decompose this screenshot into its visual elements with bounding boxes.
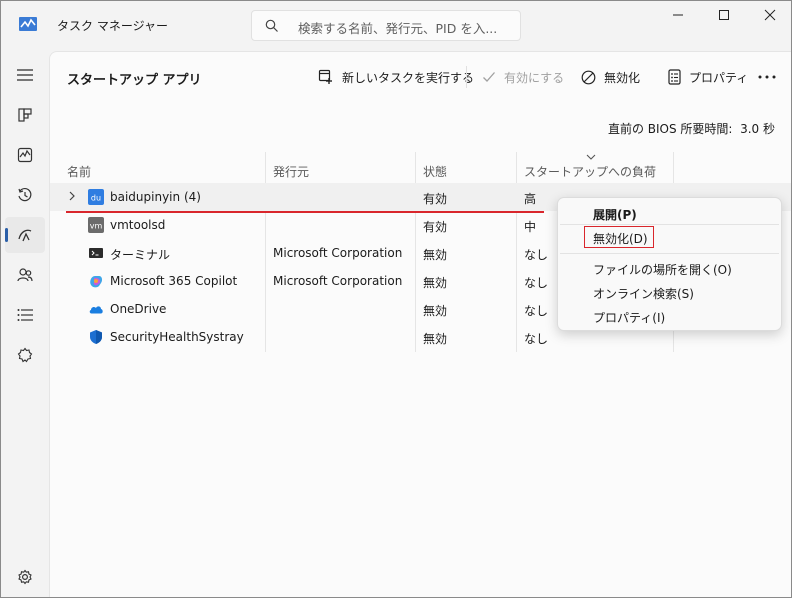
task-manager-app-icon: [19, 17, 37, 31]
sort-chevron-down-icon: [586, 154, 596, 160]
copilot-icon: [90, 276, 103, 288]
enable-label: 有効にする: [504, 70, 565, 85]
close-icon: [764, 9, 776, 21]
context-menu: 展開(P) 無効化(D) ファイルの場所を開く(O) オンライン検索(S) プロ…: [557, 197, 782, 331]
row-impact: 中: [524, 220, 537, 234]
row-name: SecurityHealthSystray: [110, 330, 244, 344]
row-status: 有効: [423, 192, 448, 206]
nav-processes[interactable]: [5, 97, 45, 133]
row-impact: なし: [524, 332, 549, 346]
row-publisher: Microsoft Corporation: [273, 274, 403, 288]
menu-divider: [560, 224, 779, 225]
cloud-icon: [89, 306, 103, 314]
close-button[interactable]: [747, 1, 791, 29]
startup-icon: [18, 229, 32, 242]
search-box[interactable]: 検索する名前、発行元、PID を入...: [251, 10, 521, 41]
row-status: 無効: [423, 276, 448, 290]
column-header-publisher[interactable]: 発行元: [273, 163, 309, 180]
context-menu-properties[interactable]: プロパティ(I): [593, 309, 665, 326]
more-options-button[interactable]: [758, 66, 784, 88]
disable-button[interactable]: 無効化: [581, 66, 640, 88]
nav-users[interactable]: [5, 257, 45, 293]
du-icon: du: [88, 189, 104, 205]
search-icon: [265, 19, 278, 32]
properties-icon: [668, 69, 681, 85]
details-icon: [17, 309, 33, 321]
column-header-impact[interactable]: スタートアップへの負荷: [524, 163, 656, 180]
task-manager-window: タスク マネージャー 検索する名前、発行元、PID を入... スタートアップ …: [0, 0, 792, 598]
minimize-icon: [673, 14, 683, 16]
disable-label: 無効化: [604, 70, 641, 85]
nav-settings[interactable]: [5, 559, 45, 595]
column-header-name[interactable]: 名前: [67, 163, 91, 180]
nav-details[interactable]: [5, 297, 45, 333]
performance-icon: [17, 147, 33, 163]
context-menu-expand[interactable]: 展開(P): [593, 206, 637, 223]
bios-time-label: 直前の BIOS 所要時間:: [607, 122, 733, 136]
nav-performance[interactable]: [5, 137, 45, 173]
checkmark-icon: [483, 72, 495, 82]
row-name: Microsoft 365 Copilot: [110, 274, 238, 288]
services-icon: [17, 347, 33, 363]
toolbar-divider: [466, 66, 467, 88]
row-impact: なし: [524, 276, 549, 290]
new-task-icon: [318, 69, 332, 84]
nav-startup-apps[interactable]: [5, 217, 45, 253]
svg-text:vm: vm: [90, 222, 103, 231]
disable-icon: [581, 70, 596, 84]
red-highlight-box: [584, 226, 654, 248]
row-impact: なし: [524, 304, 549, 318]
run-new-task-label: 新しいタスクを実行する: [342, 70, 475, 85]
row-status: 無効: [423, 304, 448, 318]
shield-icon: [90, 330, 102, 344]
row-impact: 高: [524, 192, 537, 206]
menu-divider: [560, 253, 779, 254]
page-title: スタートアップ アプリ: [67, 73, 202, 88]
nav-services[interactable]: [5, 337, 45, 373]
app-history-icon: [18, 187, 32, 202]
bios-time: 直前の BIOS 所要時間: 3.0 秒: [608, 120, 775, 137]
window-title: タスク マネージャー: [57, 19, 168, 33]
context-menu-search-online[interactable]: オンライン検索(S): [593, 285, 694, 302]
search-input[interactable]: 検索する名前、発行元、PID を入...: [298, 18, 497, 37]
svg-text:du: du: [91, 194, 101, 203]
gear-icon: [18, 569, 32, 585]
chevron-right-icon[interactable]: [68, 191, 76, 201]
terminal-icon: [89, 248, 103, 258]
hamburger-menu-button[interactable]: [5, 57, 45, 93]
users-icon: [17, 268, 33, 282]
row-status: 無効: [423, 248, 448, 262]
row-name: baidupinyin (4): [110, 190, 201, 204]
sidebar: [1, 51, 49, 597]
context-menu-open-file-location[interactable]: ファイルの場所を開く(O): [593, 261, 732, 278]
row-status: 無効: [423, 332, 448, 346]
properties-label: プロパティ: [689, 70, 749, 85]
row-publisher: Microsoft Corporation: [273, 246, 403, 260]
bios-time-value: 3.0 秒: [740, 122, 775, 136]
run-new-task-button[interactable]: 新しいタスクを実行する: [318, 66, 474, 88]
maximize-button[interactable]: [701, 1, 747, 29]
table-header: 名前 発行元 状態 スタートアップへの負荷: [50, 150, 791, 184]
more-icon: [758, 75, 776, 79]
row-name: vmtoolsd: [110, 218, 166, 232]
minimize-button[interactable]: [655, 1, 701, 29]
title-bar: タスク マネージャー 検索する名前、発行元、PID を入...: [1, 1, 791, 51]
vm-icon: vm: [88, 217, 104, 233]
properties-button[interactable]: プロパティ: [668, 66, 748, 88]
row-name: ターミナル: [110, 248, 171, 262]
column-header-status[interactable]: 状態: [423, 163, 447, 180]
row-status: 有効: [423, 220, 448, 234]
processes-icon: [18, 108, 32, 122]
maximize-icon: [719, 10, 729, 20]
row-impact: なし: [524, 248, 549, 262]
enable-button[interactable]: 有効にする: [482, 66, 564, 88]
nav-app-history[interactable]: [5, 177, 45, 213]
row-name: OneDrive: [110, 302, 167, 316]
menu-icon: [17, 69, 33, 81]
